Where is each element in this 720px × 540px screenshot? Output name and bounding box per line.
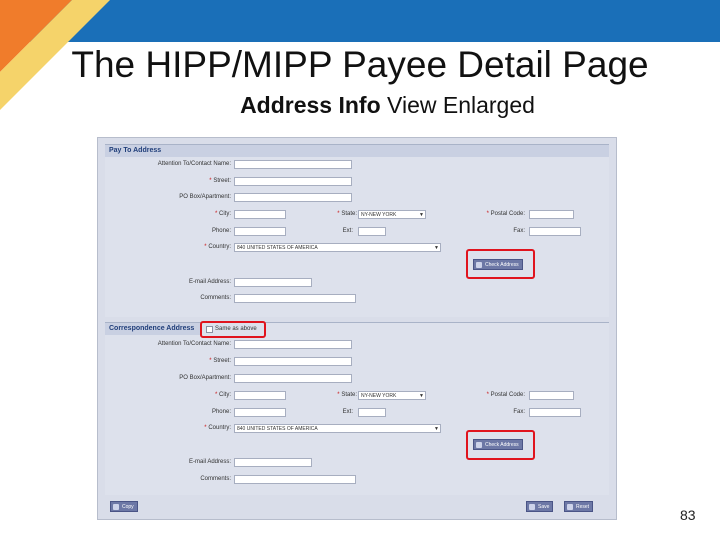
- phone-label: Phone:: [211, 228, 231, 234]
- corr-phone-label: Phone:: [211, 409, 231, 415]
- corr-state-label: * State:: [337, 392, 357, 398]
- corr-street-label: * Street:: [209, 358, 231, 364]
- attention-input[interactable]: [234, 160, 352, 169]
- pay-to-address-header: Pay To Address: [105, 145, 609, 157]
- corr-phone-input[interactable]: [234, 408, 286, 417]
- email-input[interactable]: [234, 278, 312, 287]
- corr-postal-code-input[interactable]: [529, 391, 574, 400]
- fax-input[interactable]: [529, 227, 581, 236]
- po-box-input[interactable]: [234, 193, 352, 202]
- corr-ext-label: Ext:: [342, 409, 353, 415]
- slide-page-number: 83: [680, 507, 696, 523]
- country-label: * Country:: [204, 244, 231, 250]
- save-button[interactable]: Save: [526, 501, 554, 512]
- correspondence-address-header: Correspondence Address: [105, 323, 200, 335]
- corr-country-select[interactable]: 840 UNITED STATES OF AMERICA: [234, 424, 441, 433]
- copy-icon: [113, 504, 119, 510]
- corr-email-label: E-mail Address:: [188, 459, 231, 465]
- corr-postal-code-label: * Postal Code:: [486, 392, 525, 398]
- postal-code-label: * Postal Code:: [486, 211, 525, 217]
- po-box-label: PO Box/Apartment:: [179, 194, 231, 200]
- corr-po-box-input[interactable]: [234, 374, 352, 383]
- corr-email-input[interactable]: [234, 458, 312, 467]
- corr-fax-input[interactable]: [529, 408, 581, 417]
- save-icon: [529, 504, 535, 510]
- corr-attention-label: Attention To/Contact Name:: [157, 341, 231, 347]
- postal-code-input[interactable]: [529, 210, 574, 219]
- comments-input[interactable]: [234, 294, 356, 303]
- copy-button[interactable]: Copy: [110, 501, 138, 512]
- corr-state-select[interactable]: NY-NEW YORK: [358, 391, 426, 400]
- email-label: E-mail Address:: [188, 279, 231, 285]
- subtitle-bold: Address Info: [240, 92, 381, 118]
- state-select[interactable]: NY-NEW YORK: [358, 210, 426, 219]
- ext-input[interactable]: [358, 227, 386, 236]
- corr-attention-input[interactable]: [234, 340, 352, 349]
- state-label: * State:: [337, 211, 357, 217]
- attention-label: Attention To/Contact Name:: [157, 161, 231, 167]
- street-label: * Street:: [209, 178, 231, 184]
- same-as-above-highlight: [200, 321, 266, 338]
- subtitle-rest: View Enlarged: [380, 92, 535, 118]
- city-input[interactable]: [234, 210, 286, 219]
- corr-ext-input[interactable]: [358, 408, 386, 417]
- slide-subtitle: Address Info View Enlarged: [0, 92, 720, 119]
- corr-country-label: * Country:: [204, 425, 231, 431]
- corr-street-input[interactable]: [234, 357, 352, 366]
- country-select[interactable]: 840 UNITED STATES OF AMERICA: [234, 243, 441, 252]
- corr-po-box-label: PO Box/Apartment:: [179, 375, 231, 381]
- comments-label: Comments:: [200, 295, 231, 301]
- address-info-screenshot: Pay To Address Attention To/Contact Name…: [97, 137, 617, 520]
- pay-to-address-section: Pay To Address Attention To/Contact Name…: [105, 144, 609, 317]
- reset-icon: [567, 504, 573, 510]
- slide-title: The HIPP/MIPP Payee Detail Page: [71, 44, 649, 85]
- phone-input[interactable]: [234, 227, 286, 236]
- fax-label: Fax:: [513, 228, 525, 234]
- corr-comments-label: Comments:: [200, 476, 231, 482]
- reset-button[interactable]: Reset: [564, 501, 594, 512]
- corr-fax-label: Fax:: [513, 409, 525, 415]
- corr-check-address-highlight: [466, 430, 535, 460]
- corr-city-input[interactable]: [234, 391, 286, 400]
- street-input[interactable]: [234, 177, 352, 186]
- correspondence-address-section: Correspondence Address Same as above Att…: [105, 321, 609, 495]
- check-address-highlight: [466, 249, 535, 279]
- city-label: * City:: [214, 211, 231, 217]
- ext-label: Ext:: [342, 228, 353, 234]
- corr-city-label: * City:: [214, 392, 231, 398]
- corr-comments-input[interactable]: [234, 475, 356, 484]
